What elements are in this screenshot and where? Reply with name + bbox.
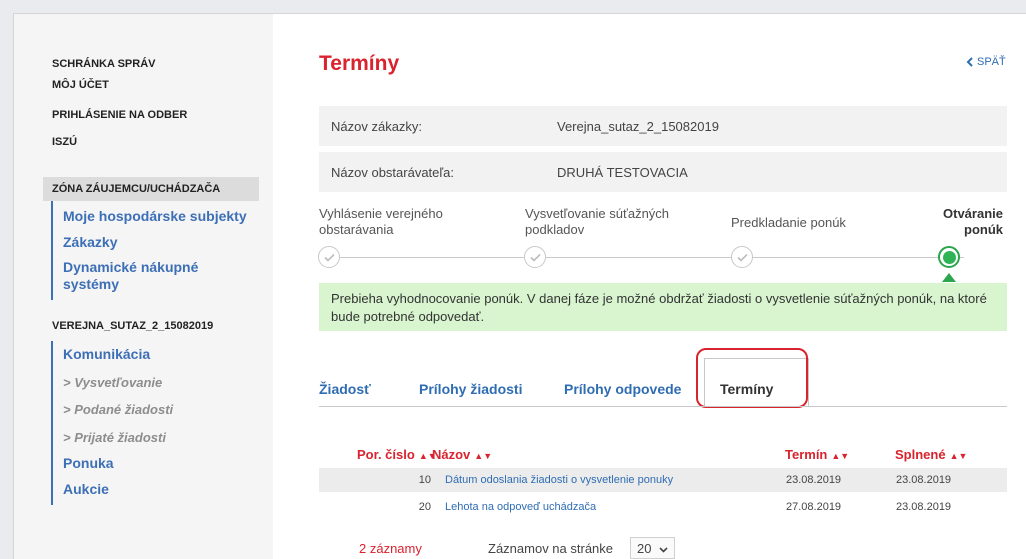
cell-term: 23.08.2019: [786, 474, 842, 486]
cell-number: 20: [418, 501, 431, 513]
sidebar-contract-title[interactable]: VEREJNA_SUTAZ_2_15082019: [52, 320, 213, 332]
sidebar-link-iszu[interactable]: ISZÚ: [52, 136, 77, 148]
sidebar-item-komunikacia[interactable]: Komunikácia: [63, 346, 150, 363]
col-header-label: Splnené: [895, 447, 946, 462]
step-done-icon: [524, 246, 546, 268]
cell-done: 23.08.2019: [896, 474, 952, 486]
step-label-3: Predkladanie ponúk: [731, 215, 846, 230]
info-label: Názov obstarávateľa:: [331, 165, 455, 180]
step-label-2: Vysvetľovanie súťažných podkladov: [525, 206, 670, 237]
sidebar-item-dns[interactable]: Dynamické nákupné systémy: [63, 259, 233, 293]
col-header-termin[interactable]: Termín ▲▼: [785, 447, 849, 462]
tab-prilohy-odpovede[interactable]: Prílohy odpovede: [564, 381, 681, 397]
sidebar-contract-group: Komunikácia > Vysvetľovanie > Podané žia…: [51, 341, 173, 505]
sort-icon: ▲▼: [949, 451, 968, 461]
step-label-1: Vyhlásenie verejného obstarávania: [319, 206, 443, 237]
sort-icon: ▲▼: [831, 451, 850, 461]
per-page-select[interactable]: 20: [630, 537, 675, 559]
table-row: 10 Dátum odoslania žiadosti o vysvetleni…: [319, 468, 1007, 492]
chevron-down-icon: [659, 547, 668, 553]
cell-done: 23.08.2019: [896, 501, 952, 513]
tab-prilohy-ziadosti[interactable]: Prílohy žiadosti: [419, 381, 522, 397]
col-header-label: Por. číslo: [357, 447, 415, 462]
step-active-icon: [938, 246, 960, 268]
app-frame: SCHRÁNKA SPRÁV MÔJ ÚČET PRIHLÁSENIE NA O…: [13, 13, 1026, 559]
sidebar-zone-title: ZÓNA ZÁUJEMCU/UCHÁDZAČA: [43, 177, 259, 201]
record-count: 2 záznamy: [359, 541, 422, 556]
info-row-obstaravatel: Názov obstarávateľa: DRUHÁ TESTOVACIA: [319, 152, 1007, 192]
sidebar-item-hospodarske-subjekty[interactable]: Moje hospodárske subjekty: [63, 208, 247, 225]
sidebar-item-prijate-ziadosti[interactable]: > Prijaté žiadosti: [63, 430, 166, 445]
col-header-splnene[interactable]: Splnené ▲▼: [895, 447, 967, 462]
sort-icon: ▲▼: [474, 451, 493, 461]
stepper-line: [329, 257, 964, 258]
cell-name-link[interactable]: Dátum odoslania žiadosti o vysvetlenie p…: [445, 474, 673, 486]
main-content: Termíny SPÄŤ Názov zákazky: Verejna_suta…: [273, 14, 1026, 559]
sidebar-zone-group: Moje hospodárske subjekty Zákazky Dynami…: [51, 201, 247, 300]
sidebar-item-podane-ziadosti[interactable]: > Podané žiadosti: [63, 402, 173, 417]
chevron-left-icon: [966, 57, 973, 67]
cell-name-link[interactable]: Lehota na odpoveď uchádzača: [445, 501, 596, 513]
sidebar: SCHRÁNKA SPRÁV MÔJ ÚČET PRIHLÁSENIE NA O…: [14, 14, 273, 559]
back-button[interactable]: SPÄŤ: [966, 56, 1006, 68]
sidebar-link-schranka[interactable]: SCHRÁNKA SPRÁV: [52, 58, 156, 70]
per-page-label: Záznamov na stránke: [488, 541, 614, 556]
step-pointer-icon: [942, 273, 956, 282]
col-header-por-cislo[interactable]: Por. číslo ▲▼: [357, 447, 437, 462]
highlight-annotation: [696, 348, 808, 408]
per-page-value: 20: [637, 541, 652, 556]
tab-ziadost[interactable]: Žiadosť: [319, 381, 371, 397]
step-done-icon: [318, 246, 340, 268]
cell-term: 27.08.2019: [786, 501, 842, 513]
cell-number: 10: [418, 474, 431, 486]
status-alert: Prebieha vyhodnocovanie ponúk. V danej f…: [319, 283, 1007, 331]
sidebar-item-vysvetlovanie[interactable]: > Vysvetľovanie: [63, 375, 162, 390]
sidebar-item-ponuka[interactable]: Ponuka: [63, 455, 114, 472]
sidebar-item-aukcie[interactable]: Aukcie: [63, 481, 109, 498]
col-header-nazov[interactable]: Názov ▲▼: [432, 447, 492, 462]
info-label: Názov zákazky:: [331, 119, 423, 134]
info-value: Verejna_sutaz_2_15082019: [557, 119, 719, 134]
info-value: DRUHÁ TESTOVACIA: [557, 165, 688, 180]
sidebar-link-moj-ucet[interactable]: MÔJ ÚČET: [52, 79, 109, 91]
tab-divider: [319, 406, 1007, 407]
page-title: Termíny: [319, 52, 400, 75]
info-row-zakazka: Názov zákazky: Verejna_sutaz_2_15082019: [319, 106, 1007, 146]
sidebar-link-prihlasenie[interactable]: PRIHLÁSENIE NA ODBER: [52, 109, 187, 121]
col-header-label: Názov: [432, 447, 471, 462]
col-header-label: Termín: [785, 447, 828, 462]
step-label-4: Otváranie ponúk: [943, 206, 1003, 237]
step-done-icon: [731, 246, 753, 268]
table-row: 20 Lehota na odpoveď uchádzača 27.08.201…: [319, 495, 1007, 519]
back-label: SPÄŤ: [977, 56, 1006, 68]
sidebar-item-zakazky[interactable]: Zákazky: [63, 234, 117, 251]
